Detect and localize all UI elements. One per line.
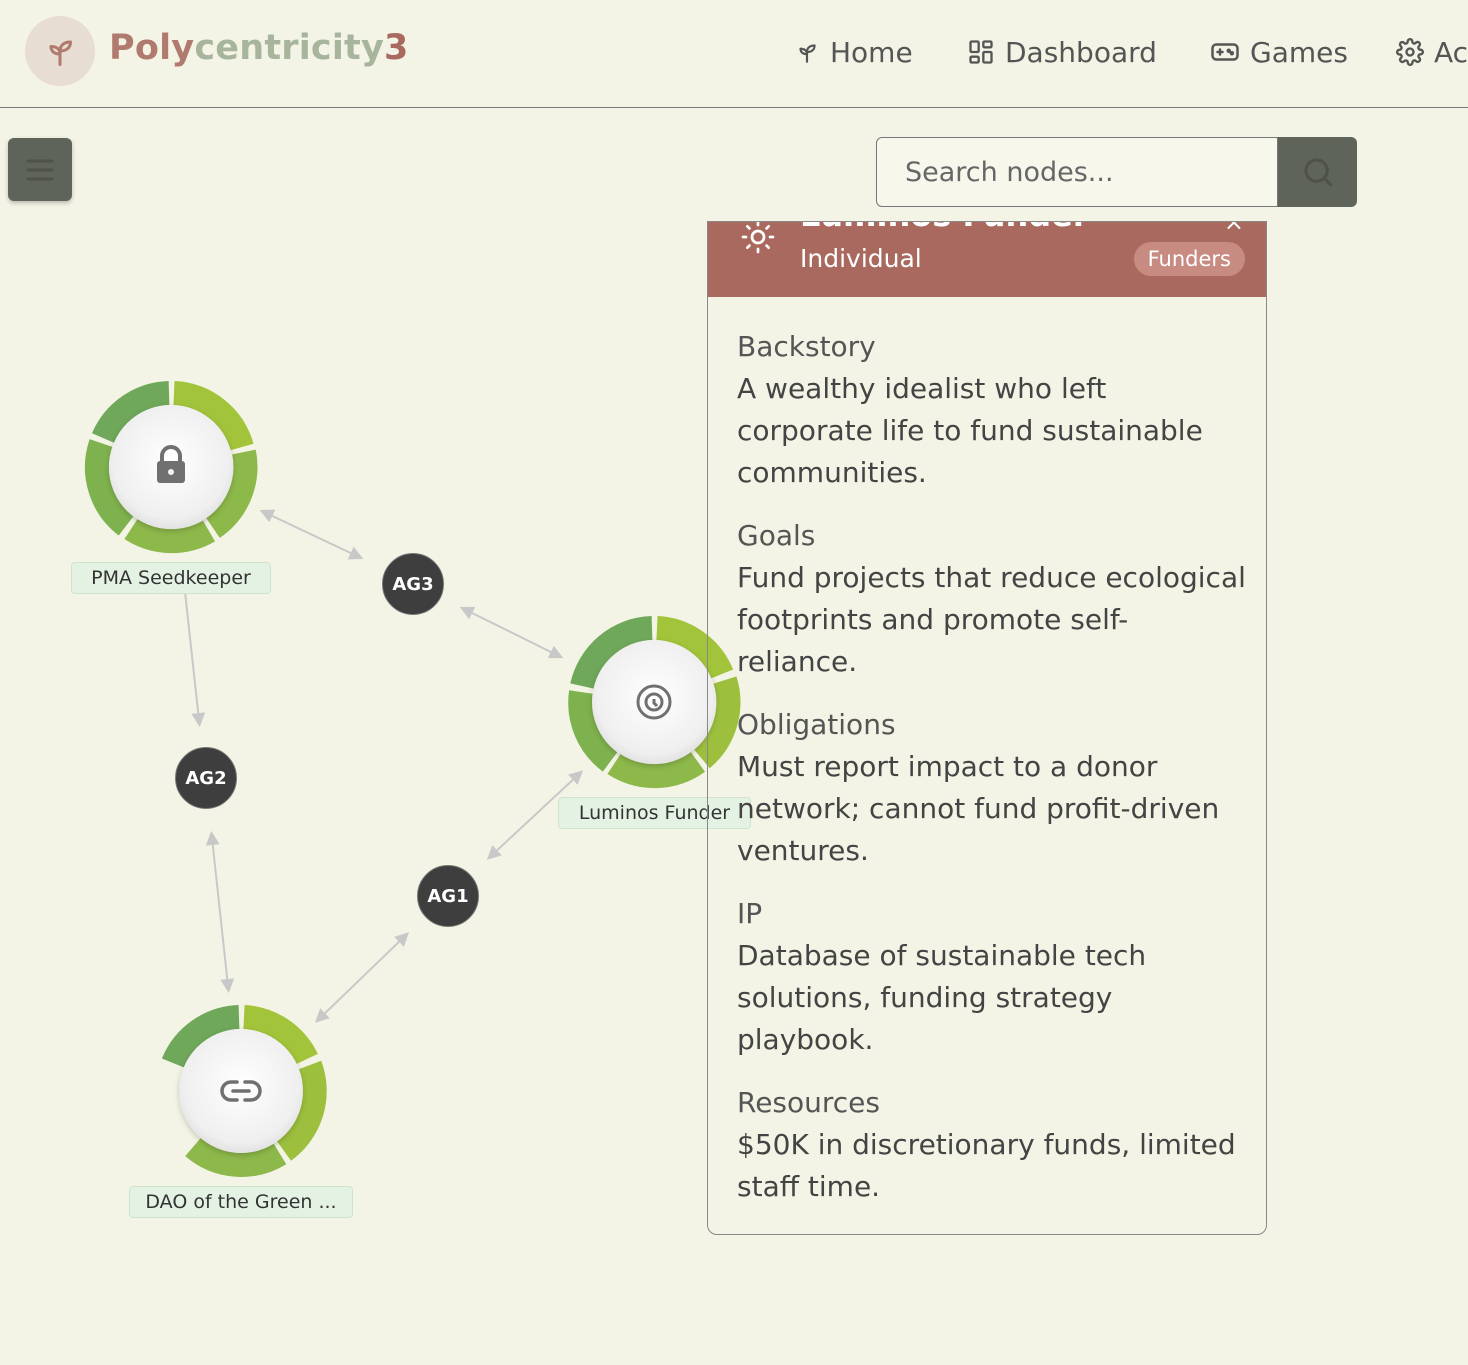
search-icon bbox=[1303, 158, 1332, 187]
section-text: $50K in discretionary funds, limited sta… bbox=[737, 1128, 1236, 1203]
section-text: Database of sustainable tech solutions, … bbox=[737, 939, 1147, 1056]
section-obligations: Obligations Must report impact to a dono… bbox=[737, 704, 1247, 872]
panel-node-type: Individual bbox=[800, 244, 922, 273]
section-ip: IP Database of sustainable tech solution… bbox=[737, 893, 1247, 1061]
section-title: IP bbox=[737, 897, 763, 930]
edge-pma-ag2 bbox=[184, 591, 206, 727]
edge-pma-ag3 bbox=[259, 509, 364, 560]
sun-icon bbox=[741, 222, 775, 254]
agreement-node-ag2[interactable]: AG2 bbox=[175, 747, 237, 809]
panel-header: Luminos Funder × Individual Funders bbox=[708, 222, 1266, 297]
edge-ag2-dao bbox=[205, 831, 235, 993]
section-text: Fund projects that reduce ecological foo… bbox=[737, 561, 1246, 678]
search-button[interactable] bbox=[1278, 137, 1357, 207]
panel-body: Backstory A wealthy idealist who left co… bbox=[737, 326, 1247, 1229]
node-pma-seedkeeper[interactable] bbox=[85, 381, 258, 554]
edge-ag3-luminos bbox=[459, 606, 564, 659]
node-dao-green[interactable] bbox=[161, 1005, 327, 1177]
hamburger-icon bbox=[26, 159, 54, 180]
section-backstory: Backstory A wealthy idealist who left co… bbox=[737, 326, 1247, 494]
edge-dao-ag1 bbox=[314, 932, 410, 1023]
node-label-pma[interactable]: PMA Seedkeeper bbox=[71, 562, 271, 594]
agreement-node-ag3[interactable]: AG3 bbox=[382, 553, 444, 615]
panel-close-button[interactable]: × bbox=[1224, 222, 1244, 236]
menu-toggle-button[interactable] bbox=[8, 138, 72, 201]
search-input[interactable] bbox=[876, 137, 1278, 207]
agreement-node-ag1[interactable]: AG1 bbox=[417, 865, 479, 927]
section-title: Goals bbox=[737, 519, 816, 552]
category-badge: Funders bbox=[1133, 242, 1245, 276]
section-title: Backstory bbox=[737, 330, 876, 363]
section-text: Must report impact to a donor network; c… bbox=[737, 750, 1220, 867]
section-text: A wealthy idealist who left corporate li… bbox=[737, 372, 1203, 489]
section-resources: Resources $50K in discretionary funds, l… bbox=[737, 1082, 1247, 1208]
section-title: Obligations bbox=[737, 708, 896, 741]
section-title: Resources bbox=[737, 1086, 880, 1119]
node-label-dao[interactable]: DAO of the Green ... bbox=[129, 1186, 353, 1218]
panel-title: Luminos Funder bbox=[800, 222, 1089, 234]
node-detail-panel[interactable]: Luminos Funder × Individual Funders Back… bbox=[707, 221, 1267, 1235]
section-goals: Goals Fund projects that reduce ecologic… bbox=[737, 515, 1247, 683]
